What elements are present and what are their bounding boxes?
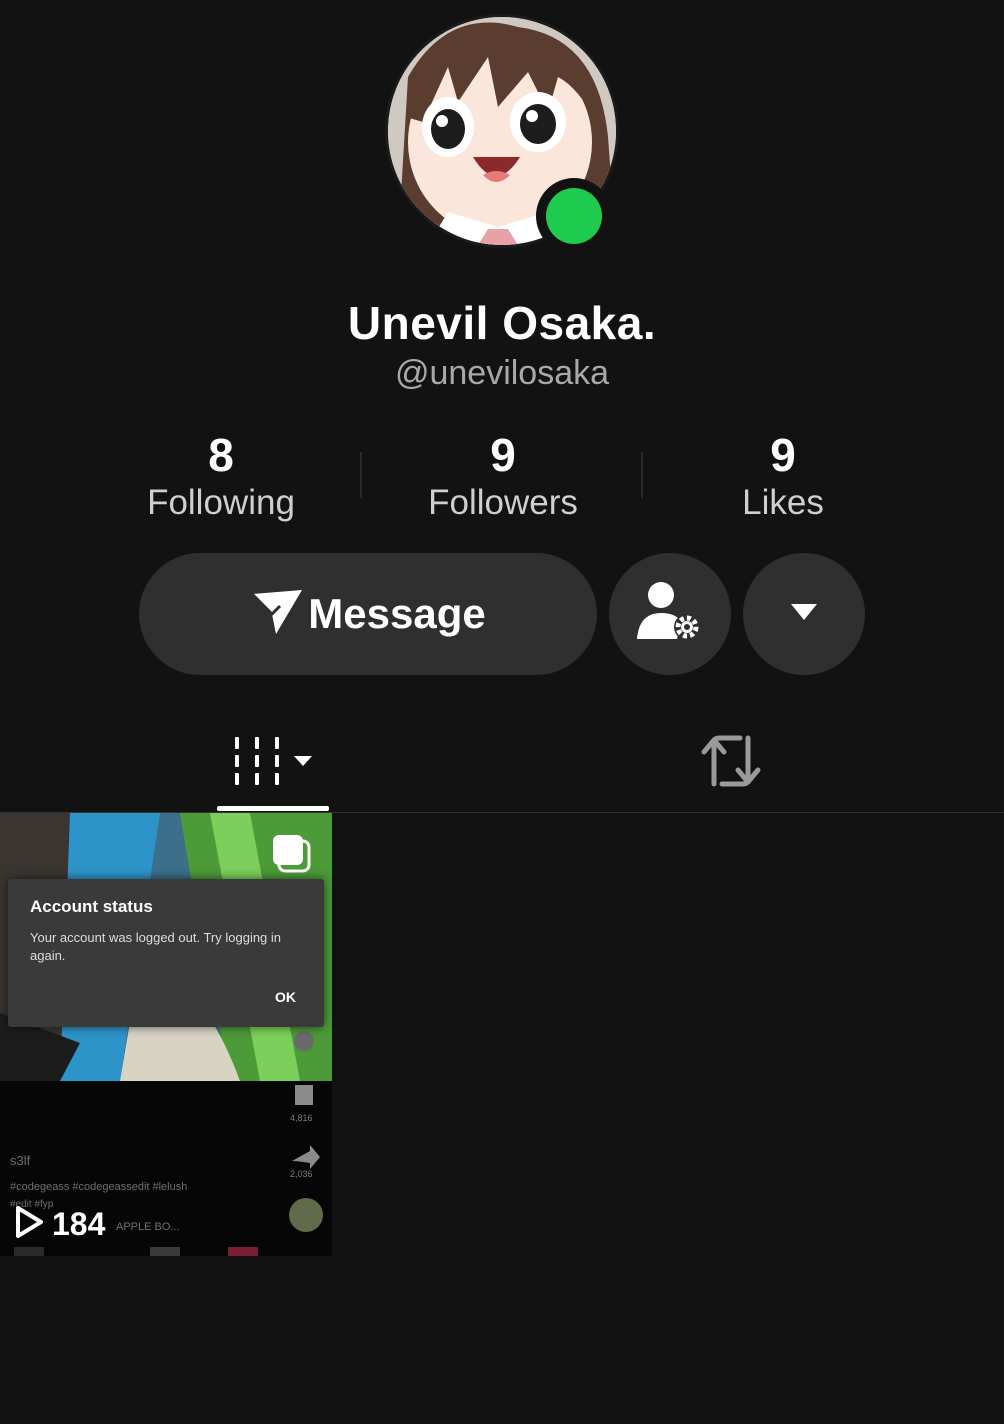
tab-dropdown-caret-icon <box>293 754 313 772</box>
stat-divider <box>641 452 643 498</box>
music-title: APPLE BO... <box>116 1221 180 1233</box>
person-settings-icon <box>637 581 703 648</box>
stat-following[interactable]: 8 Following <box>101 428 341 524</box>
dialog-message: Your account was logged out. Try logging… <box>30 930 282 963</box>
message-button[interactable]: Message <box>139 553 597 675</box>
tab-videos[interactable] <box>216 715 330 811</box>
dialog-title: Account status <box>30 897 153 916</box>
profile-settings-button[interactable] <box>609 553 731 675</box>
following-count: 8 <box>208 429 234 481</box>
repost-icon <box>700 734 762 793</box>
save-count: 4,816 <box>290 1113 313 1123</box>
profile-page: Unevil Osaka. @unevilosaka 8 Following 9… <box>0 0 1004 1424</box>
multi-video-icon <box>270 832 314 876</box>
caret-down-icon <box>789 602 819 627</box>
stat-divider <box>360 452 362 498</box>
active-tab-indicator <box>217 806 329 811</box>
share-count: 2,036 <box>290 1169 313 1179</box>
message-button-label: Message <box>308 590 486 637</box>
online-status-indicator <box>536 178 612 254</box>
likes-label: Likes <box>742 483 824 522</box>
followers-label: Followers <box>428 483 578 522</box>
send-icon <box>250 588 304 641</box>
caption-username: s3lf <box>10 1153 31 1168</box>
username-handle: @unevilosaka <box>394 354 610 392</box>
account-status-dialog: Account status Your account was logged o… <box>8 879 324 1027</box>
more-options-button[interactable] <box>743 553 865 675</box>
grid-columns-icon <box>233 735 283 792</box>
display-name: Unevil Osaka. <box>347 297 657 349</box>
stat-followers[interactable]: 9 Followers <box>383 428 623 524</box>
followers-count: 9 <box>490 429 516 481</box>
likes-count: 9 <box>770 429 796 481</box>
view-count-value: 184 <box>52 1205 106 1242</box>
following-label: Following <box>147 483 295 522</box>
play-icon <box>14 1205 44 1244</box>
view-count: 184 <box>14 1200 105 1248</box>
dialog-ok-button[interactable]: OK <box>275 989 296 1005</box>
tab-reposts[interactable] <box>680 715 782 811</box>
stat-likes[interactable]: 9 Likes <box>663 428 903 524</box>
caption-hashtags: #codegeass #codegeassedit #lelush <box>10 1181 188 1193</box>
